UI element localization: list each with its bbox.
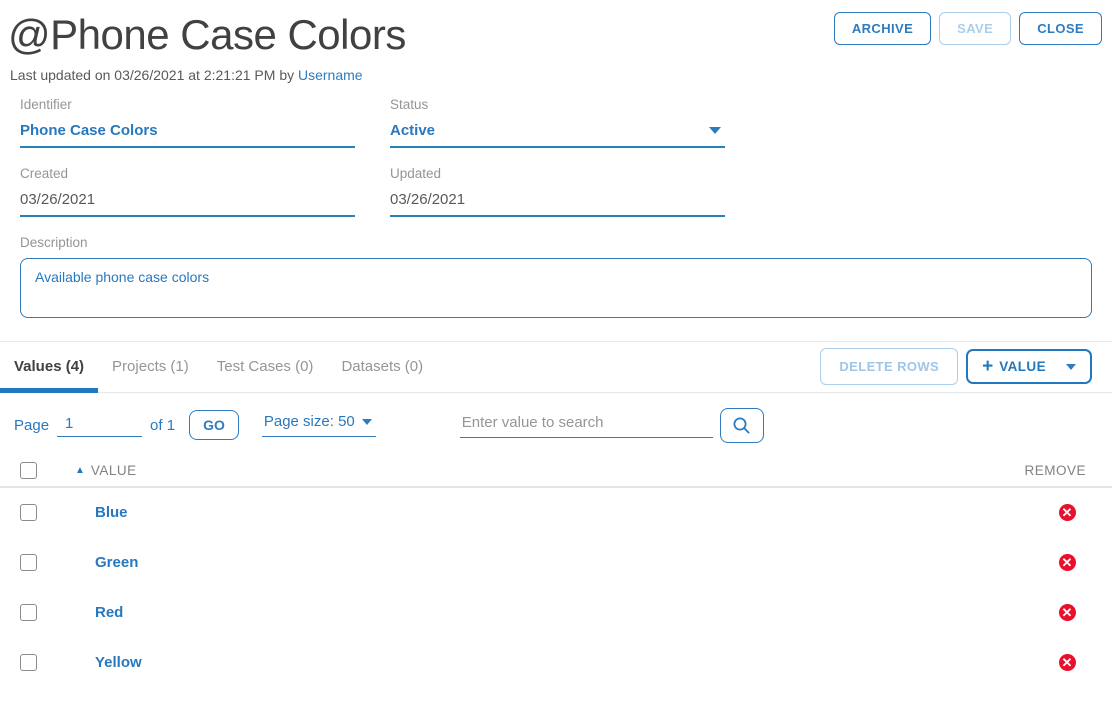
tab-bar: Values (4) Projects (1) Test Cases (0) D… [0,342,1112,393]
tab-datasets[interactable]: Datasets (0) [327,342,437,392]
description-textarea[interactable] [20,257,1092,318]
table-row: Yellow ✕ [0,638,1112,688]
pagination-bar: Page of 1 GO Page size: 50 [0,393,1112,453]
tab-values[interactable]: Values (4) [0,342,99,393]
remove-row-icon[interactable]: ✕ [1058,504,1076,522]
search-input[interactable] [459,412,713,439]
status-select[interactable]: Active [390,120,725,148]
table-row: Green ✕ [0,538,1112,588]
updated-label: Updated [390,165,442,181]
row-checkbox-cell [0,654,75,672]
row-checkbox[interactable] [20,554,37,572]
remove-row-icon[interactable]: ✕ [1058,554,1076,572]
table-row: Red ✕ [0,588,1112,638]
row-remove-cell: ✕ [1022,654,1112,672]
identifier-field-group: Identifier [20,97,355,148]
page-label: Page [14,416,50,434]
header-checkbox-cell [0,461,75,479]
value-header-label: VALUE [90,462,137,478]
remove-header-label: REMOVE [1024,462,1086,478]
tab-projects[interactable]: Projects (1) [98,342,203,392]
form-grid: Identifier Status Active Created Updated [20,97,1092,235]
identifier-label: Identifier [20,96,72,112]
add-value-label: VALUE [999,359,1046,375]
sort-asc-icon[interactable]: ▲ [75,465,85,476]
search-group [459,407,764,443]
page-of-label: of 1 [150,416,176,434]
chevron-down-icon [709,126,721,134]
last-updated-prefix: Last updated on 03/26/2021 at 2:21:21 PM… [10,66,298,83]
page-number-input[interactable] [57,413,143,438]
created-label: Created [20,165,69,181]
chevron-down-icon [361,418,372,425]
header-titles: @Phone Case Colors Last updated on 03/26… [8,8,406,83]
status-label: Status [390,96,429,112]
row-checkbox-cell [0,554,75,572]
page-size-select[interactable]: Page size: 50 [261,413,376,438]
row-checkbox[interactable] [20,504,37,522]
table-header-row: ▲ VALUE REMOVE [0,455,1112,488]
identifier-input[interactable] [20,119,355,148]
row-checkbox[interactable] [20,654,37,672]
row-value-cell: Red [75,604,1022,621]
value-link[interactable]: Green [95,554,138,571]
phone-case-colors-page: @Phone Case Colors Last updated on 03/26… [0,0,1112,713]
row-checkbox[interactable] [20,604,37,622]
description-field-group: Description [20,235,1092,323]
tab-actions: DELETE ROWS + VALUE [820,342,1092,392]
page-size-label: Page size: 50 [263,413,355,431]
updated-input[interactable] [390,188,725,217]
row-checkbox-cell [0,504,75,522]
page-header: @Phone Case Colors Last updated on 03/26… [0,0,1112,83]
close-button[interactable]: CLOSE [1019,12,1102,45]
tab-test-cases[interactable]: Test Cases (0) [203,342,328,392]
table-row: Blue ✕ [0,488,1112,538]
created-input[interactable] [20,188,355,217]
last-updated-text: Last updated on 03/26/2021 at 2:21:21 PM… [10,67,406,83]
remove-column-header: REMOVE [1022,463,1112,478]
updated-by-link[interactable]: Username [298,67,363,83]
row-remove-cell: ✕ [1022,504,1112,522]
go-button[interactable]: GO [189,410,239,441]
description-label: Description [20,234,88,250]
value-link[interactable]: Red [95,604,123,621]
plus-icon: + [982,355,994,377]
value-link[interactable]: Yellow [95,654,142,671]
remove-row-icon[interactable]: ✕ [1058,604,1076,622]
row-value-cell: Green [75,554,1022,571]
value-link[interactable]: Blue [95,504,128,521]
status-field-group: Status Active [390,97,725,148]
row-remove-cell: ✕ [1022,554,1112,572]
add-value-button[interactable]: + VALUE [966,349,1092,385]
page-title: @Phone Case Colors [8,11,406,58]
save-button[interactable]: SAVE [939,12,1012,45]
row-remove-cell: ✕ [1022,604,1112,622]
select-all-checkbox[interactable] [20,461,37,479]
row-checkbox-cell [0,604,75,622]
row-value-cell: Blue [75,504,1022,521]
header-actions: ARCHIVE SAVE CLOSE [833,12,1102,45]
value-column-header[interactable]: ▲ VALUE [75,463,1022,478]
details-form: Identifier Status Active Created Updated… [0,83,1112,323]
archive-button[interactable]: ARCHIVE [833,12,932,45]
chevron-down-icon[interactable] [1066,363,1076,370]
delete-rows-button[interactable]: DELETE ROWS [820,348,959,386]
remove-row-icon[interactable]: ✕ [1058,654,1076,672]
search-icon [733,417,750,434]
search-button[interactable] [719,407,764,443]
row-value-cell: Yellow [75,654,1022,671]
created-field-group: Created [20,166,355,217]
updated-field-group: Updated [390,166,725,217]
status-value: Active [390,121,436,139]
